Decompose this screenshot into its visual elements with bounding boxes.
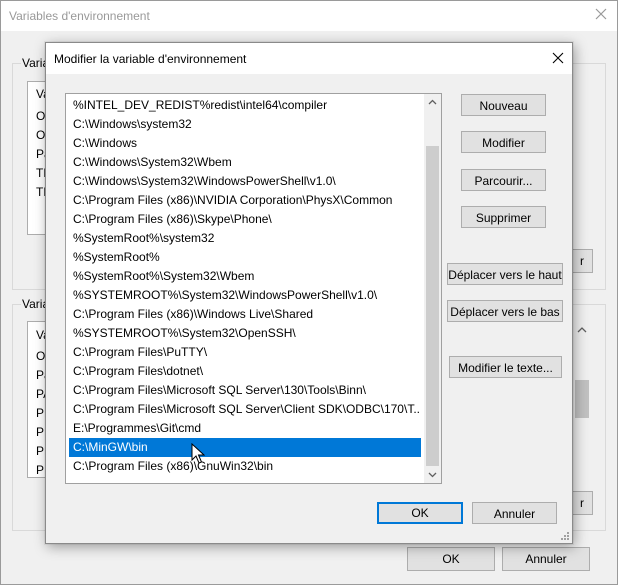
- path-list-item[interactable]: C:\Windows: [69, 134, 421, 153]
- path-list-item[interactable]: %SYSTEMROOT%\System32\OpenSSH\: [69, 324, 421, 343]
- edit-environment-variable-dialog: Modifier la variable d'environnement %IN…: [45, 42, 573, 544]
- new-button[interactable]: Nouveau: [461, 94, 546, 116]
- scroll-thumb[interactable]: [426, 146, 439, 466]
- bg-cancel-button[interactable]: Annuler: [502, 547, 590, 571]
- dialog-titlebar: Modifier la variable d'environnement: [46, 43, 572, 74]
- browse-button[interactable]: Parcourir...: [461, 169, 546, 191]
- move-down-button[interactable]: Déplacer vers le bas: [447, 300, 563, 322]
- path-list-item[interactable]: C:\Windows\System32\Wbem: [69, 153, 421, 172]
- mouse-cursor-icon: [191, 443, 205, 464]
- ok-button[interactable]: OK: [377, 502, 463, 524]
- path-list-item[interactable]: C:\Program Files\Microsoft SQL Server\Cl…: [69, 400, 421, 419]
- bg-ok-button[interactable]: OK: [407, 547, 495, 571]
- path-list-item[interactable]: C:\Program Files\Microsoft SQL Server\13…: [69, 381, 421, 400]
- edit-text-button[interactable]: Modifier le texte...: [449, 356, 562, 378]
- path-list-item[interactable]: E:\Programmes\Git\cmd: [69, 419, 421, 438]
- close-icon[interactable]: [551, 51, 565, 65]
- cancel-button[interactable]: Annuler: [472, 502, 557, 524]
- path-list-item[interactable]: C:\Program Files\dotnet\: [69, 362, 421, 381]
- scroll-up-icon[interactable]: [573, 322, 591, 339]
- path-list-item[interactable]: C:\Program Files\PuTTY\: [69, 343, 421, 362]
- edit-button[interactable]: Modifier: [461, 131, 546, 153]
- path-list-item[interactable]: %SystemRoot%: [69, 248, 421, 267]
- scroll-thumb[interactable]: [575, 380, 589, 418]
- path-list-item[interactable]: %SystemRoot%\System32\Wbem: [69, 267, 421, 286]
- bg-window-title: Variables d'environnement: [9, 9, 150, 23]
- path-list-scrollbar[interactable]: [424, 94, 441, 483]
- path-list-item[interactable]: C:\MinGW\bin: [69, 438, 421, 457]
- resize-grip-icon[interactable]: [560, 531, 570, 541]
- close-icon[interactable]: [593, 6, 609, 22]
- path-list-item[interactable]: %SystemRoot%\system32: [69, 229, 421, 248]
- path-list-item[interactable]: C:\Program Files (x86)\GnuWin32\bin: [69, 457, 421, 476]
- dialog-title: Modifier la variable d'environnement: [54, 52, 247, 66]
- path-list-item[interactable]: C:\Program Files (x86)\Windows Live\Shar…: [69, 305, 421, 324]
- path-list-item[interactable]: C:\Windows\System32\WindowsPowerShell\v1…: [69, 172, 421, 191]
- path-list-item[interactable]: C:\Program Files (x86)\NVIDIA Corporatio…: [69, 191, 421, 210]
- system-list-scrollbar[interactable]: [573, 322, 591, 476]
- system-partial-button[interactable]: r: [571, 491, 593, 515]
- scroll-down-icon[interactable]: [424, 466, 441, 483]
- path-list-item[interactable]: C:\Windows\system32: [69, 115, 421, 134]
- bg-titlebar: Variables d'environnement: [1, 1, 617, 31]
- scroll-up-icon[interactable]: [424, 94, 441, 111]
- path-list-item[interactable]: C:\Program Files (x86)\Skype\Phone\: [69, 210, 421, 229]
- delete-button[interactable]: Supprimer: [461, 206, 546, 228]
- user-partial-button[interactable]: r: [571, 249, 593, 273]
- path-list-item[interactable]: %INTEL_DEV_REDIST%redist\intel64\compile…: [69, 96, 421, 115]
- path-list-item[interactable]: %SYSTEMROOT%\System32\WindowsPowerShell\…: [69, 286, 421, 305]
- move-up-button[interactable]: Déplacer vers le haut: [447, 263, 563, 285]
- path-list[interactable]: %INTEL_DEV_REDIST%redist\intel64\compile…: [65, 93, 442, 484]
